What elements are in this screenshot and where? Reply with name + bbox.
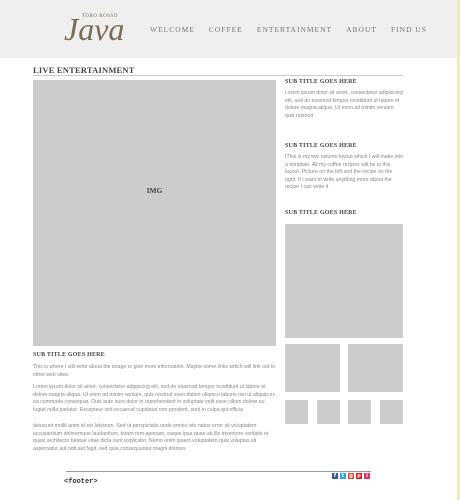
main-image-placeholder: IMG: [33, 80, 276, 346]
footer-divider: [66, 471, 371, 472]
logo[interactable]: TORO ROSSO Java: [64, 11, 125, 47]
pinterest-icon[interactable]: p: [356, 473, 362, 479]
nav-coffee[interactable]: COFFEE: [209, 25, 243, 34]
logo-wordmark: Java: [64, 11, 125, 47]
instagram-icon[interactable]: i: [364, 473, 370, 479]
sidebar-thumbnail-3: [348, 400, 371, 424]
social-links: ftgpi: [332, 473, 370, 479]
nav-about[interactable]: ABOUT: [346, 25, 377, 34]
sidebar-text-1: Lorem ipsum dolor sit amet, consectetur …: [285, 90, 403, 119]
sidebar-text-2: IThis is my two column layout which I wi…: [285, 154, 403, 191]
nav-entertainment[interactable]: ENTERTAINMENT: [257, 25, 332, 34]
page-title: LIVE ENTERTAINMENT: [33, 65, 135, 75]
twitter-icon[interactable]: t: [340, 473, 346, 479]
nav-find-us[interactable]: FIND US: [391, 25, 427, 34]
main-nav: WELCOME COFFEE ENTERTAINMENT ABOUT FIND …: [150, 25, 441, 34]
sidebar-medium-image-1: [285, 344, 340, 392]
sidebar-subtitle-2: SUB TITLE GOES HERE: [285, 143, 357, 149]
main-paragraph-1: Lorem ipsum dolor sit amet, consectetur …: [33, 384, 275, 413]
main-subtitle: SUB TITLE GOES HERE: [33, 352, 105, 358]
footer-placeholder: <footer>: [64, 478, 98, 486]
site-header: TORO ROSSO Java WELCOME COFFEE ENTERTAIN…: [0, 0, 457, 58]
title-divider: [33, 75, 403, 76]
sidebar-thumbnail-1: [285, 400, 308, 424]
nav-welcome[interactable]: WELCOME: [150, 25, 195, 34]
sidebar-subtitle-3: SUB TITLE GOES HERE: [285, 210, 357, 216]
main-intro-text: This is where I will write about the ima…: [33, 364, 275, 378]
google-plus-icon[interactable]: g: [348, 473, 354, 479]
sidebar-medium-image-2: [348, 344, 403, 392]
sidebar-thumbnail-2: [317, 400, 340, 424]
facebook-icon[interactable]: f: [332, 473, 338, 479]
main-image-label: IMG: [146, 186, 163, 195]
sidebar-large-image: [285, 224, 403, 338]
sidebar-thumbnail-4: [380, 400, 403, 424]
main-paragraph-2: deserunt mollit anim id est laborum. Sed…: [33, 423, 269, 452]
sidebar-subtitle-1: SUB TITLE GOES HERE: [285, 79, 357, 85]
